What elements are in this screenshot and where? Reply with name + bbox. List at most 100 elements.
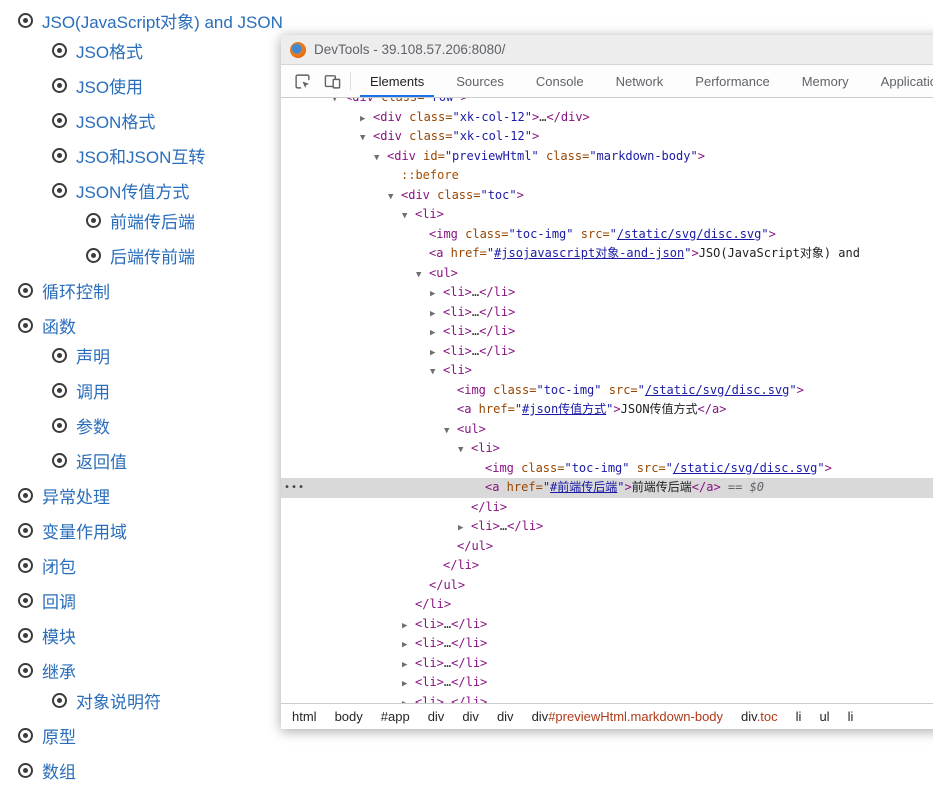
toc-item[interactable]: 参数	[0, 408, 281, 443]
dom-tree-row[interactable]: </li>	[281, 498, 933, 518]
dom-tree-row[interactable]: ▼<div id="previewHtml" class="markdown-b…	[281, 147, 933, 167]
dom-tree-row[interactable]: ▶<li>…</li>	[281, 673, 933, 693]
toc-link[interactable]: 返回值	[76, 448, 127, 473]
toc-item[interactable]: 对象说明符	[0, 683, 281, 718]
dom-tree-row[interactable]: </ul>	[281, 576, 933, 596]
dom-tree-row[interactable]: </li>	[281, 556, 933, 576]
attribute-link[interactable]: /static/svg/disc.svg	[617, 227, 762, 241]
toc-link[interactable]: 模块	[42, 623, 76, 648]
tab-memory[interactable]: Memory	[786, 65, 865, 97]
dom-tree-row[interactable]: ▼<li>	[281, 205, 933, 225]
expand-arrow-icon[interactable]: ▶	[402, 695, 415, 704]
dom-tree-row[interactable]: ▼<ul>	[281, 264, 933, 284]
breadcrumb-item[interactable]: #app	[381, 709, 410, 724]
toc-item[interactable]: 循环控制	[0, 273, 281, 308]
attribute-link[interactable]: #json传值方式	[522, 402, 606, 416]
attribute-link[interactable]: /static/svg/disc.svg	[673, 461, 818, 475]
toc-link[interactable]: 对象说明符	[76, 688, 161, 713]
toc-link[interactable]: 后端传前端	[110, 243, 195, 268]
dom-tree-row[interactable]: ▶<li>…</li>	[281, 303, 933, 323]
toc-link[interactable]: JSON传值方式	[76, 178, 189, 203]
breadcrumb-item[interactable]: div	[428, 709, 445, 724]
toc-link[interactable]: 闭包	[42, 553, 76, 578]
toc-link[interactable]: 声明	[76, 343, 110, 368]
toc-item[interactable]: JSO(JavaScript对象) and JSON	[0, 3, 281, 38]
toc-link[interactable]: JSO和JSON互转	[76, 143, 205, 168]
dom-tree-row[interactable]: ▶<li>…</li>	[281, 322, 933, 342]
dom-tree-row[interactable]: <img class="toc-img" src="/static/svg/di…	[281, 381, 933, 401]
toc-item[interactable]: JSO和JSON互转	[0, 138, 281, 173]
attribute-link[interactable]: /static/svg/disc.svg	[645, 383, 790, 397]
dom-tree-row[interactable]: <a href="#json传值方式">JSON传值方式</a>	[281, 400, 933, 420]
breadcrumb-item[interactable]: div.toc	[741, 709, 778, 724]
toc-link[interactable]: JSON格式	[76, 108, 155, 133]
toc-link[interactable]: JSO格式	[76, 38, 143, 63]
inspect-element-icon[interactable]	[287, 65, 317, 97]
dom-tree-row[interactable]: <a href="#jsojavascript对象-and-json">JSO(…	[281, 244, 933, 264]
dom-tree-row[interactable]: <img class="toc-img" src="/static/svg/di…	[281, 459, 933, 479]
toc-item[interactable]: 回调	[0, 583, 281, 618]
toc-link[interactable]: 变量作用域	[42, 518, 127, 543]
toc-link[interactable]: 循环控制	[42, 278, 110, 303]
dom-tree-row[interactable]: ▼<div class="xk-col-12">	[281, 127, 933, 147]
dom-tree-row[interactable]: ▶<li>…</li>	[281, 654, 933, 674]
toc-item[interactable]: 调用	[0, 373, 281, 408]
toc-item[interactable]: 数组	[0, 753, 281, 788]
toc-link[interactable]: 异常处理	[42, 483, 110, 508]
dom-tree-row[interactable]: ▼<li>	[281, 439, 933, 459]
toc-link[interactable]: 函数	[42, 313, 76, 338]
tab-elements[interactable]: Elements	[354, 65, 440, 97]
toc-item[interactable]: 前端传后端	[0, 203, 281, 238]
attribute-link[interactable]: #前端传后端	[550, 480, 617, 494]
tab-console[interactable]: Console	[520, 65, 600, 97]
tab-network[interactable]: Network	[600, 65, 680, 97]
dom-tree-row[interactable]: ▼<ul>	[281, 420, 933, 440]
dom-tree-row[interactable]: ▶<li>…</li>	[281, 615, 933, 635]
breadcrumb-item[interactable]: div	[497, 709, 514, 724]
toc-item[interactable]: JSO格式	[0, 33, 281, 68]
breadcrumb-item[interactable]: div#previewHtml.markdown-body	[532, 709, 723, 724]
toc-link[interactable]: 调用	[76, 378, 110, 403]
breadcrumb-item[interactable]: ul	[819, 709, 829, 724]
attribute-link[interactable]: #jsojavascript对象-and-json	[494, 246, 684, 260]
toc-link[interactable]: JSO使用	[76, 73, 143, 98]
toc-item[interactable]: 异常处理	[0, 478, 281, 513]
toc-link[interactable]: JSO(JavaScript对象) and JSON	[42, 8, 283, 33]
breadcrumb-item[interactable]: li	[796, 709, 802, 724]
breadcrumb-item[interactable]: html	[292, 709, 317, 724]
dom-tree-row[interactable]: ▶<li>…</li>	[281, 634, 933, 654]
dom-tree-row[interactable]: <img class="toc-img" src="/static/svg/di…	[281, 225, 933, 245]
toc-item[interactable]: 变量作用域	[0, 513, 281, 548]
toc-link[interactable]: 数组	[42, 758, 76, 783]
toc-item[interactable]: 原型	[0, 718, 281, 753]
tab-application[interactable]: Application	[865, 65, 933, 97]
toc-item[interactable]: 闭包	[0, 548, 281, 583]
toc-item[interactable]: 后端传前端	[0, 238, 281, 273]
breadcrumb-item[interactable]: li	[848, 709, 854, 724]
dom-tree-row[interactable]: •••<a href="#前端传后端">前端传后端</a> == $0	[281, 478, 933, 498]
tab-performance[interactable]: Performance	[679, 65, 785, 97]
toc-item[interactable]: JSO使用	[0, 68, 281, 103]
dom-tree-row[interactable]: ▶<div class="xk-col-12">…</div>	[281, 108, 933, 128]
dom-tree-row[interactable]: ▶<li>…</li>	[281, 693, 933, 704]
dom-tree-row[interactable]: ▼<div class="toc">	[281, 186, 933, 206]
tab-sources[interactable]: Sources	[440, 65, 520, 97]
device-toolbar-icon[interactable]	[317, 65, 347, 97]
toc-item[interactable]: JSON格式	[0, 103, 281, 138]
toc-link[interactable]: 前端传后端	[110, 208, 195, 233]
toc-item[interactable]: 声明	[0, 338, 281, 373]
toc-link[interactable]: 参数	[76, 413, 110, 438]
dom-tree-row[interactable]: ▶<li>…</li>	[281, 283, 933, 303]
dom-tree-row[interactable]: ::before	[281, 166, 933, 186]
dom-tree-row[interactable]: ▶<li>…</li>	[281, 342, 933, 362]
breadcrumb-item[interactable]: div	[462, 709, 479, 724]
dom-tree-row[interactable]: ▼<li>	[281, 361, 933, 381]
more-actions-icon[interactable]: •••	[284, 478, 305, 498]
breadcrumb-item[interactable]: body	[335, 709, 363, 724]
toc-item[interactable]: 返回值	[0, 443, 281, 478]
toc-item[interactable]: 模块	[0, 618, 281, 653]
dom-tree-row[interactable]: </ul>	[281, 537, 933, 557]
dom-tree-row[interactable]: ▶<li>…</li>	[281, 517, 933, 537]
dom-tree-row[interactable]: ▼<div class="row">	[281, 98, 933, 108]
toc-link[interactable]: 回调	[42, 588, 76, 613]
